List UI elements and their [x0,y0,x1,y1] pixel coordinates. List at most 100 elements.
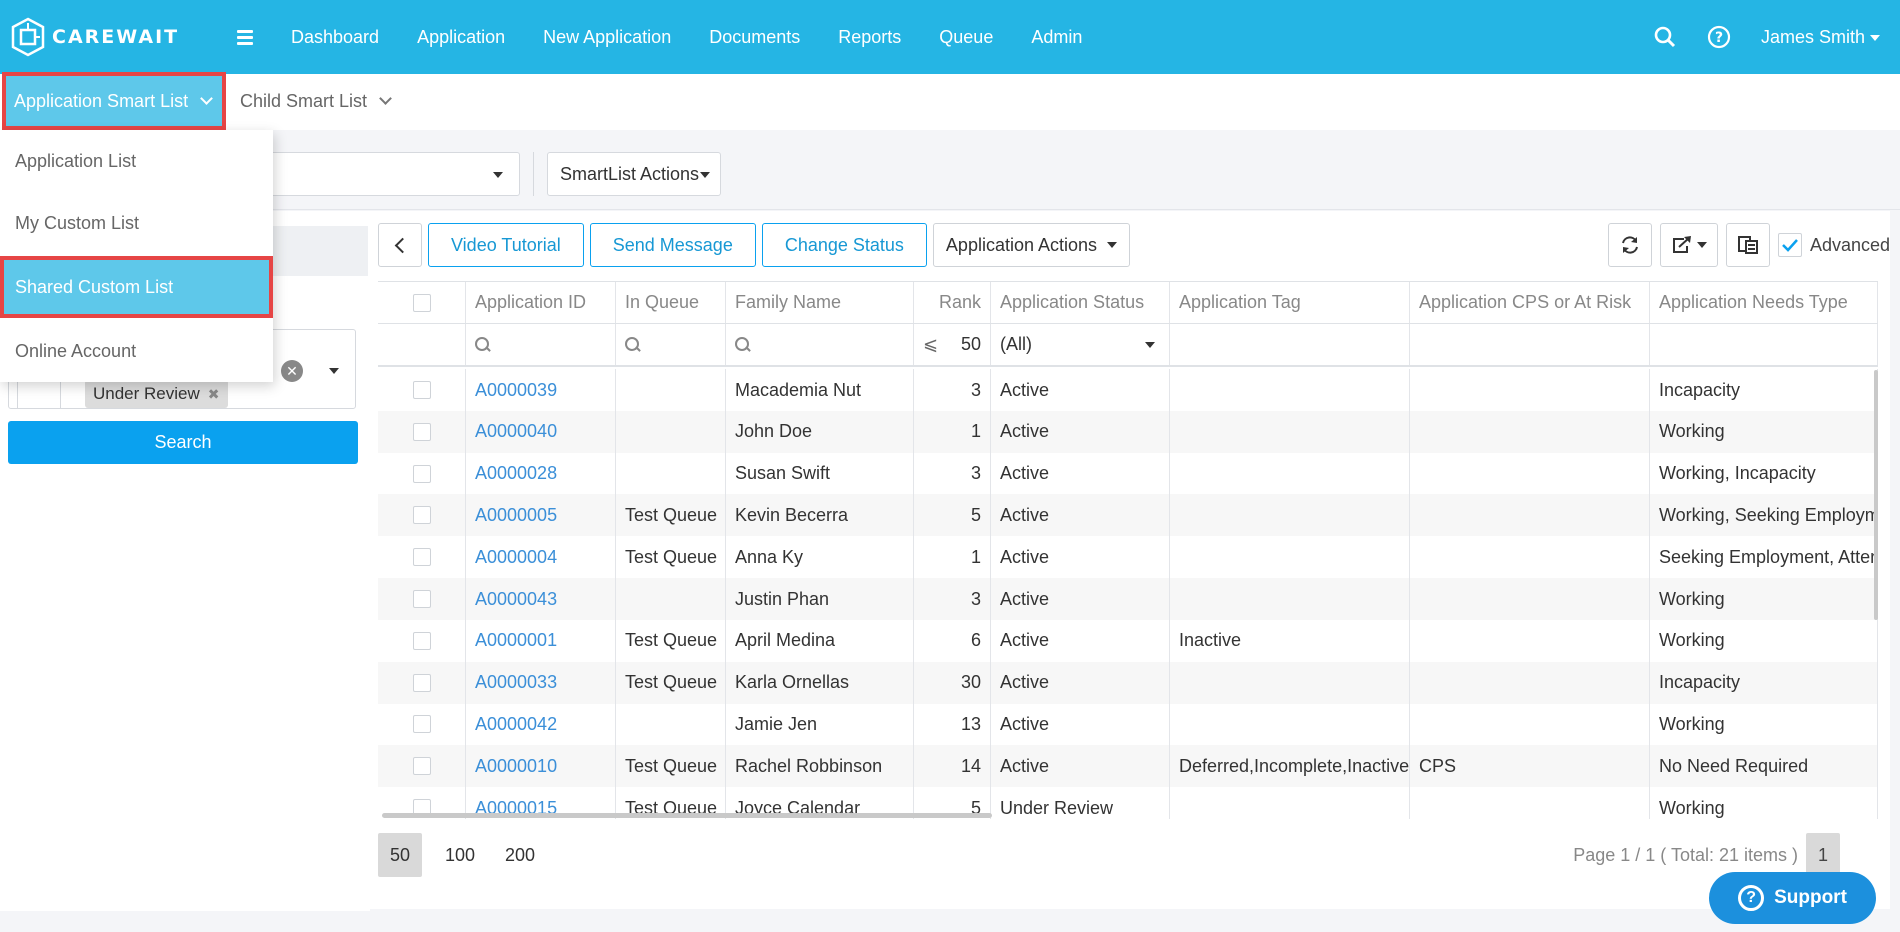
table-row[interactable]: A0000004 Test Queue Anna Ky 1 Active Seeking … [378,536,1878,579]
child-smart-list-menu[interactable]: Child Smart List [240,91,392,112]
menu-toggle-icon[interactable] [237,27,265,48]
refresh-button[interactable] [1607,223,1652,267]
dropdown-item-my-custom-list[interactable]: My Custom List [0,192,273,254]
in-queue-filter[interactable] [616,324,726,365]
advanced-checkbox[interactable] [1777,233,1802,257]
status-filter-value: (All) [1000,334,1032,354]
page-size-200[interactable]: 200 [498,833,542,877]
tag-remove-icon[interactable]: ✖ [208,386,220,403]
nav-application[interactable]: Application [417,27,505,48]
row-checkbox[interactable] [412,590,431,608]
row-checkbox[interactable] [412,422,431,441]
column-chooser-button[interactable] [1725,223,1770,267]
nav-queue[interactable]: Queue [939,27,993,48]
dropdown-item-online-account[interactable]: Online Account [0,320,273,382]
vertical-scrollbar[interactable] [1874,370,1878,620]
application-tag-value: Inactive [1179,630,1242,651]
needs-type-value: Working [1659,421,1725,442]
user-menu[interactable]: James Smith [1761,27,1880,48]
application-id-filter[interactable] [466,324,616,365]
less-equal-icon[interactable]: ⩽ [923,334,938,355]
check-icon [1782,239,1798,252]
in-queue-cell: Test Queue [616,745,726,788]
column-header[interactable]: Application CPS or At Risk [1410,282,1650,323]
rank-filter[interactable]: ⩽ 50 [914,324,991,365]
column-header[interactable]: In Queue [616,282,726,323]
table-row[interactable]: A0000042 Jamie Jen 13 Active Working [378,703,1878,746]
logo-icon [11,17,45,57]
application-id-link[interactable]: A0000040 [475,421,557,442]
application-id-link[interactable]: A0000010 [475,756,557,777]
family-name-filter[interactable] [726,324,914,365]
application-smart-list-menu[interactable]: Application Smart List [2,72,226,130]
row-select-cell [378,536,466,579]
row-checkbox[interactable] [412,631,431,650]
nav-new-application[interactable]: New Application [543,27,671,48]
row-checkbox[interactable] [412,673,431,692]
row-checkbox[interactable] [412,506,431,525]
nav-reports[interactable]: Reports [838,27,901,48]
table-row[interactable]: A0000040 John Doe 1 Active Working [378,410,1878,453]
table-row[interactable]: A0000028 Susan Swift 3 Active Working, Incap… [378,452,1878,495]
smart-list-bar: Child Smart List [0,74,1900,130]
search-button[interactable]: Search [8,421,358,464]
caret-down-icon[interactable] [329,368,339,374]
page-size-100[interactable]: 100 [438,833,482,877]
filter-row: ⩽ 50 (All) [378,324,1878,367]
dropdown-item-shared-custom-list[interactable]: Shared Custom List [0,256,273,318]
application-id-link[interactable]: A0000039 [475,380,557,401]
nav-dashboard[interactable]: Dashboard [291,27,379,48]
table-row[interactable]: A0000043 Justin Phan 3 Active Working [378,578,1878,620]
dropdown-item-application-list[interactable]: Application List [0,130,273,192]
column-header[interactable]: Rank [914,282,991,323]
search-icon[interactable] [1653,25,1677,49]
needs-type-value: Working [1659,630,1725,651]
family-name-cell: April Medina [726,619,914,662]
application-id-link[interactable]: A0000004 [475,547,557,568]
column-header[interactable]: Application Status [991,282,1170,323]
nav-admin[interactable]: Admin [1031,27,1082,48]
in-queue-cell: Test Queue [616,619,726,662]
video-tutorial-button[interactable]: Video Tutorial [428,223,584,267]
row-checkbox[interactable] [412,757,431,776]
page-size-50[interactable]: 50 [378,833,422,877]
status-filter[interactable]: (All) [991,324,1170,365]
application-id-link[interactable]: A0000028 [475,463,557,484]
column-header[interactable]: Application ID [466,282,616,323]
clear-icon[interactable]: ✕ [281,360,303,382]
application-actions-dropdown[interactable]: Application Actions [932,223,1131,267]
family-name-value: Kevin Becerra [735,504,849,525]
row-select-cell [378,452,466,495]
table-row[interactable]: A0000039 Macademia Nut 3 Active Incapacity [378,369,1878,411]
table-row[interactable]: A0000005 Test Queue Kevin Becerra 5 Active Wo… [378,494,1878,537]
nav-documents[interactable]: Documents [709,27,800,48]
page-button-1[interactable]: 1 [1806,833,1840,877]
help-icon[interactable]: ? [1707,25,1731,49]
table-row[interactable]: A0000033 Test Queue Karla Ornellas 30 Active… [378,661,1878,704]
row-checkbox[interactable] [412,548,431,567]
carewait-logo[interactable]: CAREWAIT [10,17,215,57]
column-header[interactable]: Family Name [726,282,914,323]
application-id-link[interactable]: A0000042 [475,714,557,735]
change-status-button[interactable]: Change Status [761,223,927,267]
table-row[interactable]: A0000001 Test Queue April Medina 6 Active Ina… [378,619,1878,662]
application-id-link[interactable]: A0000043 [475,589,557,610]
family-name-cell: John Doe [726,410,914,453]
application-id-link[interactable]: A0000033 [475,672,557,693]
support-button[interactable]: ? Support [1709,872,1876,924]
horizontal-scrollbar[interactable] [382,813,992,818]
table-row[interactable]: A0000010 Test Queue Rachel Robbinson 14 Acti… [378,745,1878,788]
application-id-link[interactable]: A0000001 [475,630,557,651]
collapse-panel-button[interactable] [378,223,422,267]
row-checkbox[interactable] [412,464,431,483]
needs-type-cell: Working, Incapacity [1650,452,1878,495]
select-all-checkbox[interactable] [412,293,431,312]
column-header[interactable]: Application Needs Type [1650,282,1878,323]
export-dropdown-button[interactable] [1659,223,1718,267]
application-id-link[interactable]: A0000005 [475,505,557,526]
column-header[interactable]: Application Tag [1170,282,1410,323]
row-checkbox[interactable] [412,381,431,399]
send-message-button[interactable]: Send Message [589,223,756,267]
smartlist-actions-dropdown[interactable]: SmartList Actions [547,152,721,196]
row-checkbox[interactable] [412,715,431,734]
